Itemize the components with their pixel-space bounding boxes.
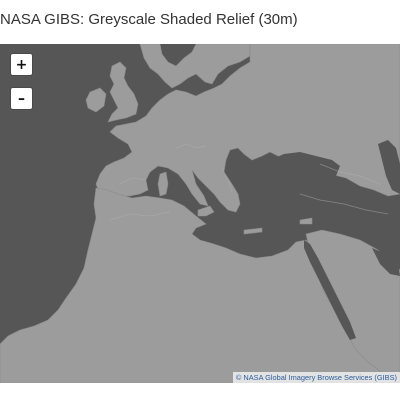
map-attribution[interactable]: © NASA Global Imagery Browse Services (G… <box>232 372 400 383</box>
page-title: NASA GIBS: Greyscale Shaded Relief (30m) <box>0 11 298 28</box>
landmass-sardinia <box>157 171 169 197</box>
relief-map <box>0 44 400 383</box>
zoom-in-button[interactable]: + <box>11 54 32 75</box>
attribution-link[interactable]: © NASA Global Imagery Browse Services (G… <box>236 373 397 382</box>
minus-icon: – <box>18 90 25 107</box>
plus-icon: + <box>15 56 28 73</box>
map-viewport[interactable]: + – © NASA Global Imagery Browse Service… <box>0 44 400 383</box>
zoom-out-button[interactable]: – <box>11 88 32 109</box>
